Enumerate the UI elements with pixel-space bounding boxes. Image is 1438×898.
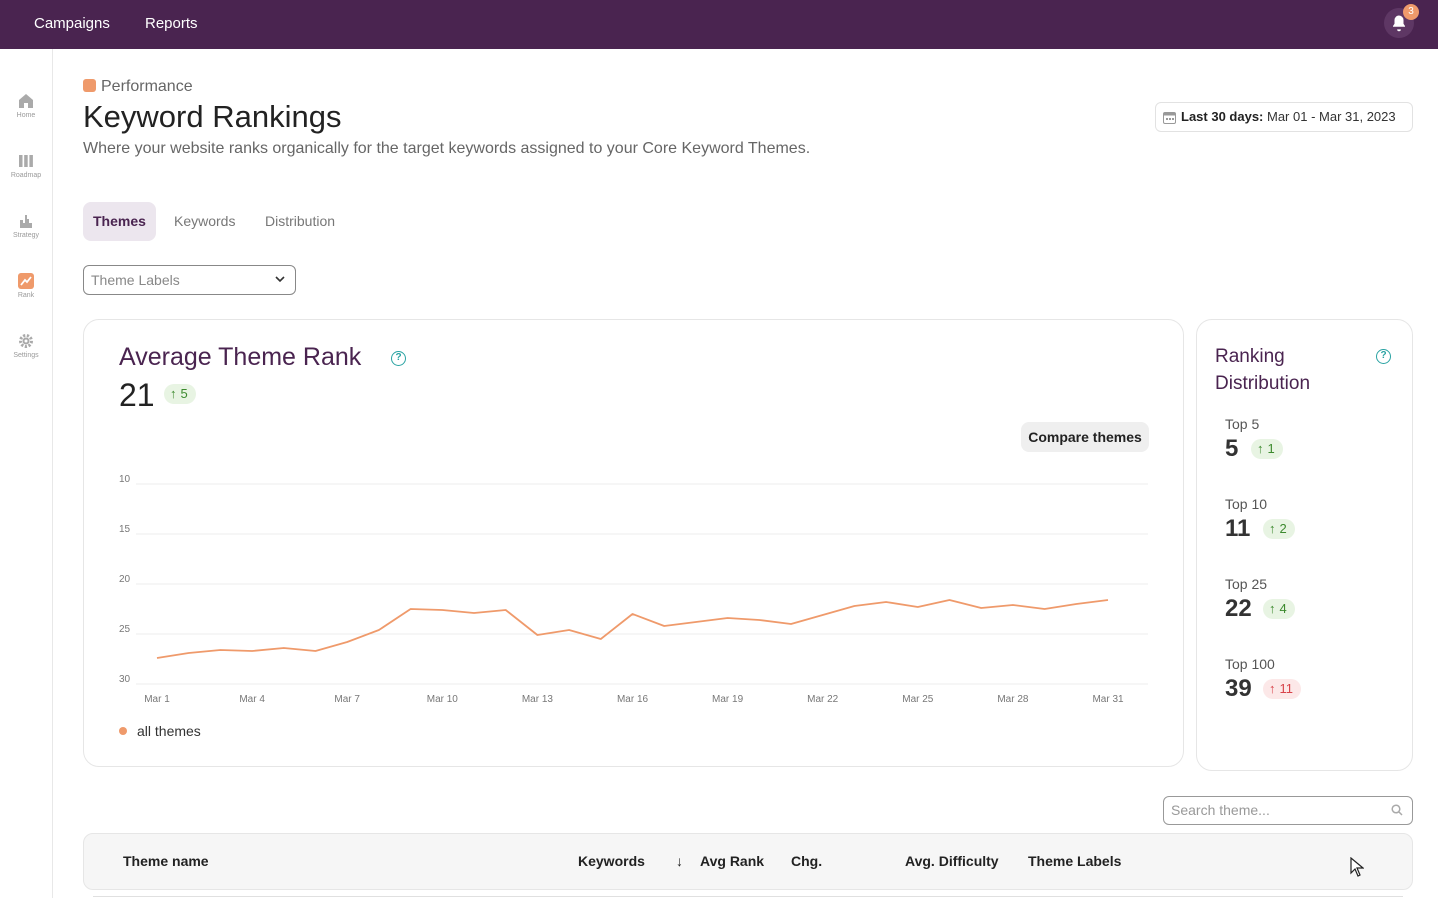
notification-badge: 3 (1403, 4, 1419, 20)
column-theme-name[interactable]: Theme name (123, 853, 209, 869)
rank-line-chart: 10 15 20 25 30 Mar 1 Mar 4 Mar 7 Mar 10 Mar 13 Mar… (119, 474, 1148, 705)
top-navbar: Campaigns Reports 3 (0, 0, 1438, 49)
y-tick-label: 15 (119, 524, 131, 535)
dist-value-top25: 22 (1225, 595, 1252, 622)
y-tick-label: 20 (119, 574, 131, 585)
delta-value: 4 (1279, 601, 1287, 616)
search-icon (1391, 804, 1403, 816)
legend-dot (119, 727, 127, 735)
notifications-button[interactable]: 3 (1384, 4, 1419, 38)
page-title: Keyword Rankings (83, 99, 342, 134)
help-icon[interactable]: ? (391, 351, 406, 366)
column-change[interactable]: Chg. (791, 853, 822, 869)
dist-label-top25: Top 25 (1225, 576, 1268, 592)
performance-icon (83, 79, 96, 92)
x-tick-label: Mar 22 (807, 694, 839, 705)
dist-delta-top100: ↑ 11 (1263, 679, 1301, 699)
help-icon[interactable]: ? (1376, 349, 1391, 364)
rank-icon (18, 273, 34, 289)
sidebar-item-rank[interactable]: Rank (0, 273, 52, 317)
x-tick-label: Mar 28 (997, 694, 1029, 705)
average-rank-value: 21 (119, 377, 155, 413)
search-theme-input[interactable]: Search theme... (1163, 796, 1413, 825)
x-tick-label: Mar 1 (144, 694, 170, 705)
sidebar-item-roadmap[interactable]: Roadmap (0, 153, 52, 197)
sidebar-item-label: Home (16, 112, 36, 119)
dist-label-top5: Top 5 (1225, 416, 1260, 432)
dist-delta-top10: ↑ 2 (1263, 519, 1295, 539)
column-avg-difficulty[interactable]: Avg. Difficulty (905, 853, 999, 869)
series-line-all-themes[interactable] (156, 599, 1109, 659)
tab-themes[interactable]: Themes (83, 202, 156, 241)
nav-reports[interactable]: Reports (145, 15, 198, 32)
y-tick-label: 10 (119, 474, 131, 485)
x-tick-label: Mar 13 (522, 694, 554, 705)
table-header: Theme name Keywords ↓ Avg Rank Chg. Avg.… (83, 833, 1413, 890)
sort-arrow-down-icon[interactable]: ↓ (676, 853, 683, 869)
theme-labels-placeholder: Theme Labels (91, 272, 180, 288)
sidebar-item-label: Strategy (12, 232, 40, 239)
date-range-value: Mar 01 - Mar 31, 2023 (1267, 109, 1396, 124)
x-tick-label: Mar 16 (617, 694, 649, 705)
dist-delta-top5: ↑ 1 (1251, 439, 1283, 459)
calendar-icon (1163, 112, 1176, 124)
theme-labels-select[interactable]: Theme Labels (83, 265, 296, 295)
ranking-distribution-title: Ranking Distribution (1215, 346, 1311, 394)
legend-label: all themes (137, 723, 201, 739)
sidebar-item-strategy[interactable]: Strategy (0, 213, 52, 257)
search-placeholder: Search theme... (1171, 802, 1270, 818)
column-avg-rank[interactable]: Avg Rank (700, 853, 764, 869)
breadcrumb-label: Performance (101, 78, 193, 95)
compare-themes-button[interactable]: Compare themes (1021, 422, 1149, 452)
dist-delta-top25: ↑ 4 (1263, 599, 1295, 619)
date-range-label: Last 30 days: (1181, 109, 1264, 124)
strategy-icon (20, 215, 32, 228)
delta-value: 1 (1267, 441, 1275, 456)
sidebar-item-label: Rank (17, 292, 35, 299)
nav-campaigns[interactable]: Campaigns (34, 15, 110, 32)
arrow-up-icon: ↑ (1269, 521, 1276, 536)
x-tick-label: Mar 25 (902, 694, 934, 705)
x-tick-label: Mar 31 (1092, 694, 1124, 705)
sidebar: Home Roadmap Strategy Rank Settings (0, 49, 53, 898)
arrow-up-icon: ↑ (1269, 681, 1276, 696)
arrow-up-icon: ↑ (1269, 601, 1276, 616)
roadmap-icon (19, 155, 33, 167)
divider (93, 896, 1403, 897)
x-tick-label: Mar 4 (239, 694, 265, 705)
dist-label-top100: Top 100 (1225, 656, 1275, 672)
sidebar-item-label: Roadmap (10, 172, 42, 179)
x-tick-label: Mar 10 (427, 694, 459, 705)
column-keywords[interactable]: Keywords (578, 853, 645, 869)
dist-label-top10: Top 10 (1225, 496, 1268, 512)
average-rank-title: Average Theme Rank (119, 343, 362, 371)
x-tick-label: Mar 19 (712, 694, 744, 705)
page-subtitle: Where your website ranks organically for… (83, 140, 811, 157)
gear-icon (19, 334, 33, 348)
sidebar-item-settings[interactable]: Settings (0, 333, 52, 377)
tab-distribution[interactable]: Distribution (265, 202, 335, 241)
dist-value-top100: 39 (1225, 675, 1252, 702)
delta-value: 5 (180, 386, 188, 401)
arrow-up-icon: ↑ (170, 386, 177, 401)
y-tick-label: 25 (119, 624, 131, 635)
chevron-down-icon (275, 276, 285, 283)
mouse-cursor-icon (1350, 857, 1364, 877)
arrow-up-icon: ↑ (1257, 441, 1264, 456)
dist-value-top5: 5 (1225, 435, 1239, 462)
x-tick-label: Mar 7 (334, 694, 360, 705)
y-tick-label: 30 (119, 674, 131, 685)
breadcrumb: Performance (83, 78, 193, 96)
delta-value: 2 (1279, 521, 1287, 536)
tab-keywords[interactable]: Keywords (174, 202, 235, 241)
sidebar-item-home[interactable]: Home (0, 93, 52, 137)
sidebar-item-label: Settings (13, 352, 39, 359)
home-icon (19, 94, 33, 108)
average-rank-delta: ↑ 5 (164, 384, 196, 404)
column-theme-labels[interactable]: Theme Labels (1028, 853, 1121, 869)
date-range-button[interactable]: Last 30 days: Mar 01 - Mar 31, 2023 (1155, 102, 1413, 132)
delta-value: 11 (1279, 681, 1294, 696)
dist-value-top10: 11 (1225, 515, 1251, 542)
